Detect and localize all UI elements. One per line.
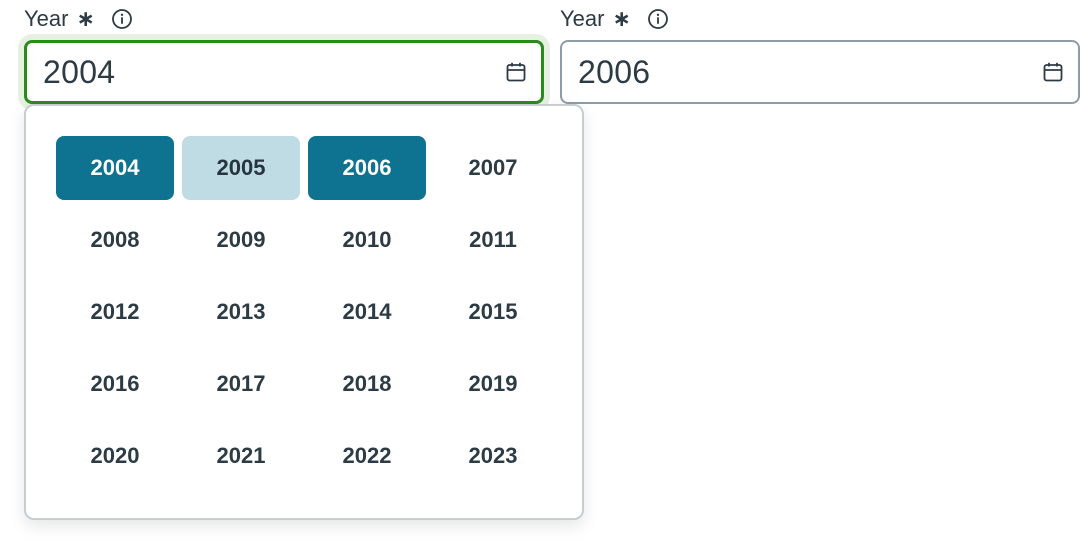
year-option-2004[interactable]: 2004	[56, 136, 174, 200]
info-circle-icon[interactable]	[111, 8, 133, 30]
year-option-2005[interactable]: 2005	[182, 136, 300, 200]
year-option-2013[interactable]: 2013	[182, 280, 300, 344]
calendar-icon[interactable]	[505, 61, 527, 83]
start-year-input[interactable]: 2004	[24, 40, 544, 104]
year-option-2017[interactable]: 2017	[182, 352, 300, 416]
year-option-2010[interactable]: 2010	[308, 208, 426, 272]
year-option-2014[interactable]: 2014	[308, 280, 426, 344]
start-year-value[interactable]: 2004	[43, 54, 505, 91]
year-option-2009[interactable]: 2009	[182, 208, 300, 272]
year-option-2015[interactable]: 2015	[434, 280, 552, 344]
year-option-2011[interactable]: 2011	[434, 208, 552, 272]
info-circle-icon[interactable]	[647, 8, 669, 30]
start-year-label-row: Year ∗	[24, 4, 133, 34]
end-year-label: Year	[560, 6, 605, 31]
year-option-2021[interactable]: 2021	[182, 424, 300, 488]
end-year-input[interactable]: 2006	[560, 40, 1080, 104]
year-option-2020[interactable]: 2020	[56, 424, 174, 488]
end-year-label-row: Year ∗	[560, 4, 669, 34]
year-option-2007[interactable]: 2007	[434, 136, 552, 200]
year-option-2006[interactable]: 2006	[308, 136, 426, 200]
calendar-icon[interactable]	[1042, 61, 1064, 83]
end-year-value[interactable]: 2006	[578, 54, 1042, 91]
required-asterisk: ∗	[76, 6, 95, 31]
year-option-2012[interactable]: 2012	[56, 280, 174, 344]
start-year-label: Year	[24, 6, 69, 31]
year-option-2023[interactable]: 2023	[434, 424, 552, 488]
required-asterisk: ∗	[612, 6, 631, 31]
year-option-2016[interactable]: 2016	[56, 352, 174, 416]
year-option-2019[interactable]: 2019	[434, 352, 552, 416]
year-grid: 2004 2005 2006 2007 2008 2009 2010 2011 2012 2013…	[56, 136, 552, 488]
year-option-2008[interactable]: 2008	[56, 208, 174, 272]
year-option-2022[interactable]: 2022	[308, 424, 426, 488]
year-picker-popup: 2004 2005 2006 2007 2008 2009 2010 2011 2012 2013…	[24, 104, 584, 520]
year-option-2018[interactable]: 2018	[308, 352, 426, 416]
